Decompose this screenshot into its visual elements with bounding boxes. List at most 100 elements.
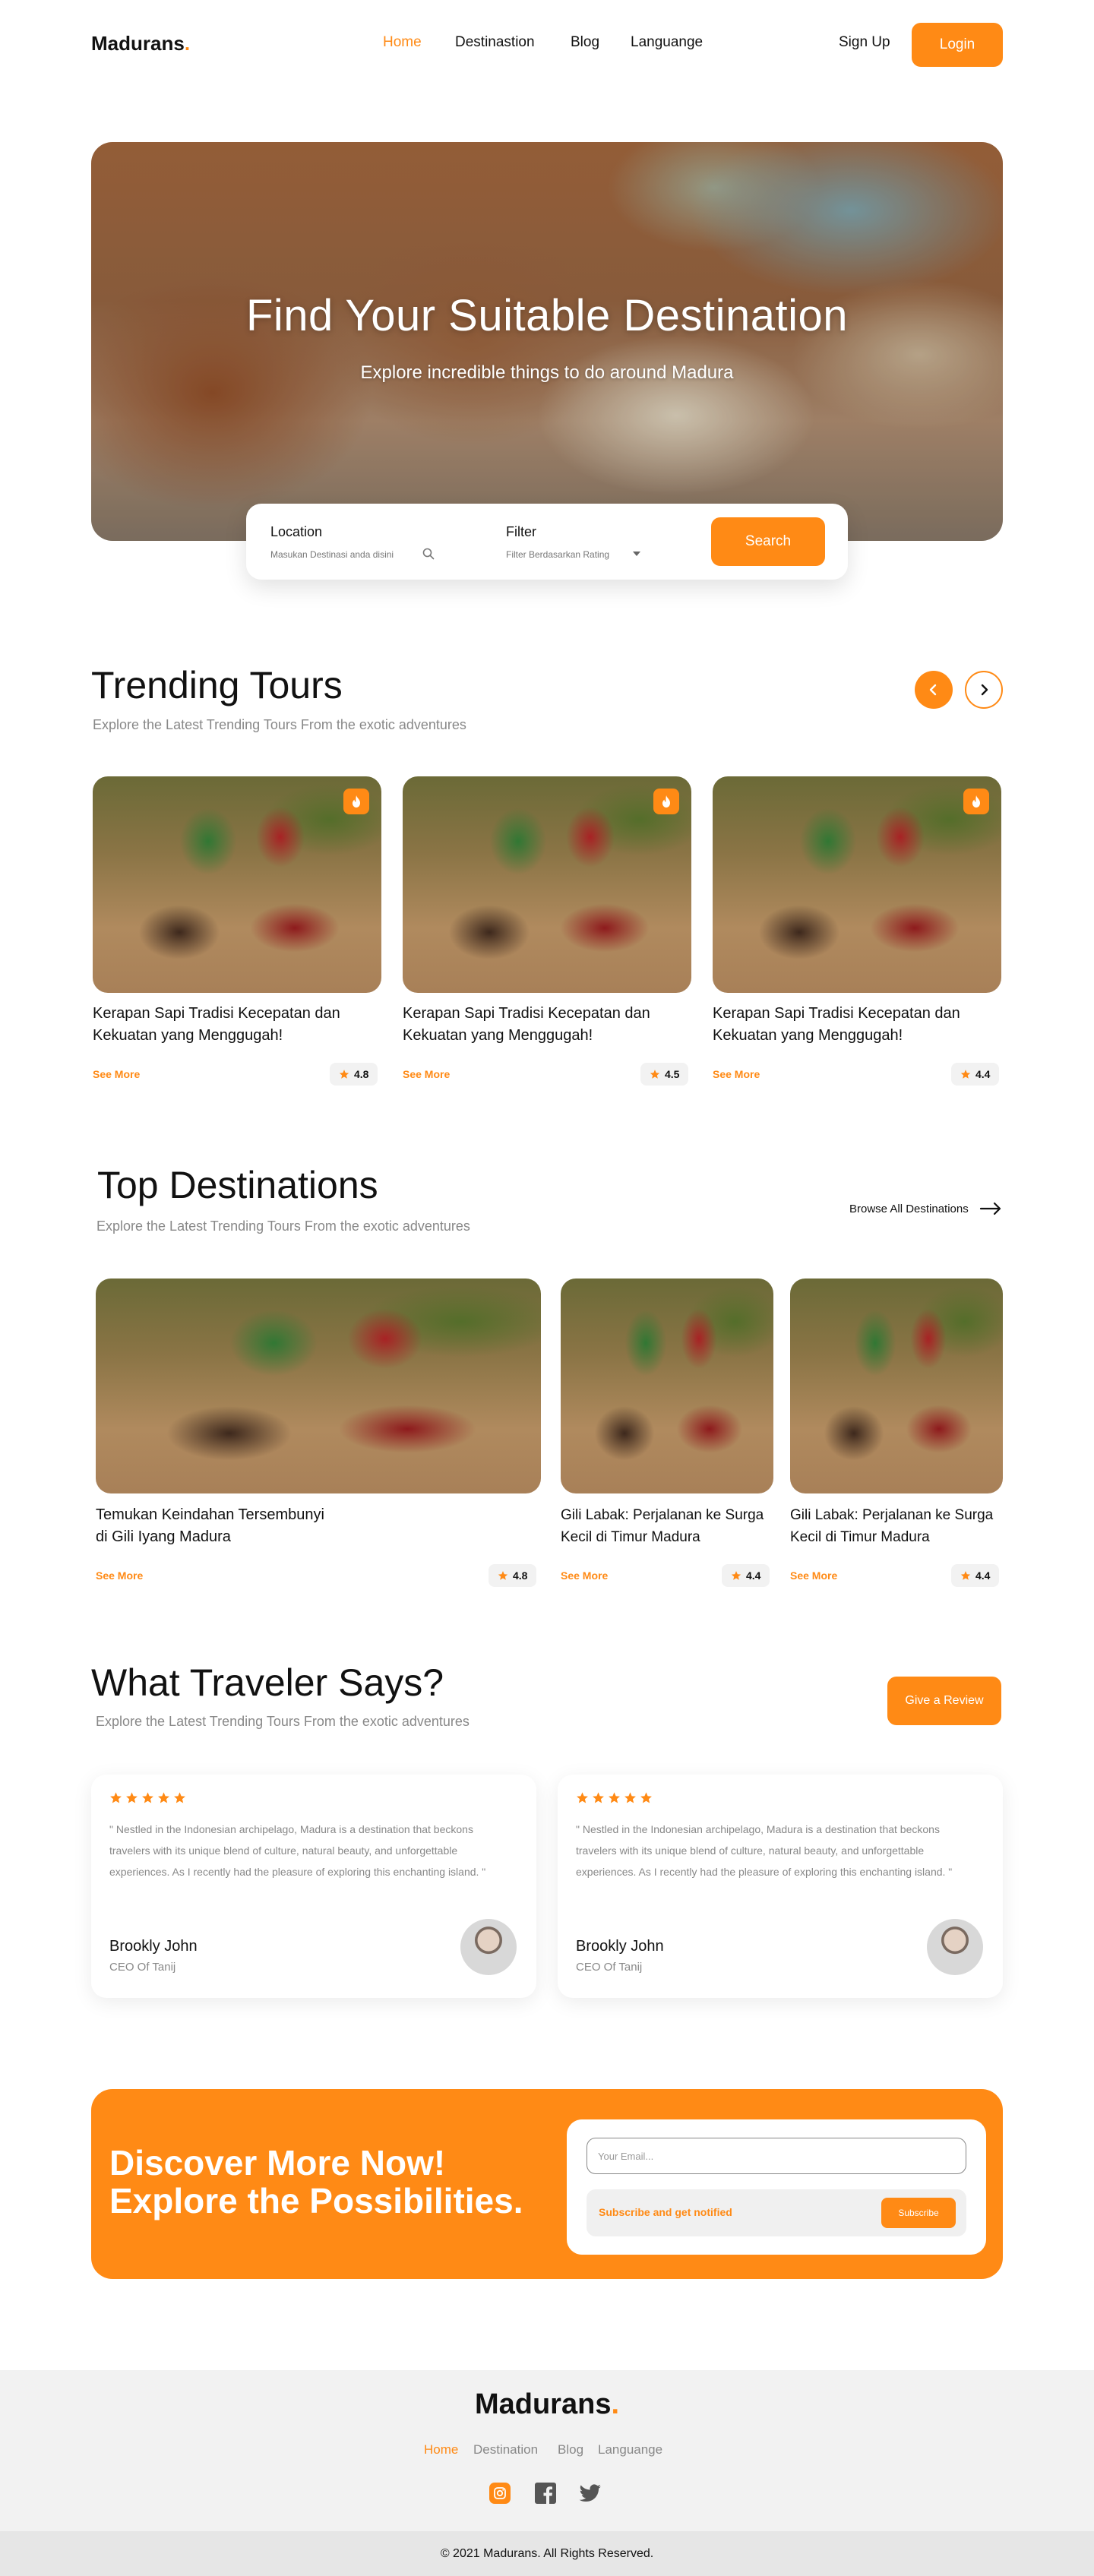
star-icon	[498, 1571, 508, 1580]
hero-subtitle: Explore incredible things to do around M…	[360, 362, 734, 383]
facebook-icon[interactable]	[535, 2483, 556, 2504]
top-destinations-title: Top Destinations	[97, 1164, 378, 1206]
nav-language[interactable]: Languange	[631, 34, 703, 51]
chevron-right-icon	[981, 684, 988, 696]
rating-badge: 4.4	[951, 1564, 1000, 1587]
subscribe-button[interactable]: Subscribe	[881, 2198, 956, 2228]
tour-card-image[interactable]	[403, 776, 691, 993]
browse-all-link[interactable]: Browse All Destinations	[849, 1202, 1002, 1215]
rating-value: 4.5	[665, 1068, 680, 1080]
rating-badge: 4.5	[640, 1063, 689, 1086]
cta-title: Discover More Now! Explore the Possibilit…	[109, 2143, 523, 2220]
carousel-next-button[interactable]	[965, 671, 1003, 709]
subscribe-card: Subscribe and get notified Subscribe	[567, 2119, 986, 2255]
give-review-button[interactable]: Give a Review	[887, 1677, 1001, 1725]
destination-card-image[interactable]	[790, 1279, 1003, 1493]
tour-card-image[interactable]	[713, 776, 1001, 993]
tour-card-title[interactable]: Kerapan Sapi Tradisi Kecepatan dan Kekuat…	[713, 1003, 1017, 1047]
subscribe-notify-text: Subscribe and get notified	[599, 2206, 732, 2218]
rating-badge: 4.8	[330, 1063, 378, 1086]
tour-card-image[interactable]	[93, 776, 381, 993]
star-rating	[109, 1791, 186, 1804]
see-more-link[interactable]: See More	[403, 1068, 450, 1080]
search-button[interactable]: Search	[711, 517, 825, 566]
avatar	[927, 1919, 983, 1975]
instagram-icon[interactable]	[489, 2483, 511, 2504]
star-icon	[650, 1070, 660, 1079]
hero-overlay	[91, 142, 1003, 541]
footer-link-home[interactable]: Home	[424, 2442, 458, 2457]
trending-subtitle: Explore the Latest Trending Tours From t…	[93, 717, 466, 732]
star-icon	[126, 1792, 138, 1803]
fire-icon	[653, 789, 679, 814]
star-icon	[960, 1571, 971, 1580]
reviewer-role: CEO Of Tanij	[576, 1961, 643, 1974]
newsletter-banner: Discover More Now! Explore the Possibilit…	[91, 2089, 1003, 2279]
see-more-link[interactable]: See More	[93, 1068, 140, 1080]
destination-card-title[interactable]: Temukan Keindahan Tersembunyi di Gili Iya…	[96, 1504, 476, 1548]
see-more-link[interactable]: See More	[713, 1068, 760, 1080]
chevron-down-icon[interactable]	[632, 550, 641, 558]
star-icon	[593, 1792, 604, 1803]
rating-value: 4.4	[975, 1068, 991, 1080]
rating-value: 4.8	[354, 1068, 369, 1080]
star-rating	[576, 1791, 653, 1804]
reviewer-role: CEO Of Tanij	[109, 1961, 176, 1974]
search-bar: Location Masukan Destinasi anda disini F…	[246, 504, 848, 580]
destination-card-image[interactable]	[96, 1279, 541, 1493]
rating-badge: 4.8	[489, 1564, 537, 1587]
star-icon	[960, 1070, 971, 1079]
trending-title: Trending Tours	[91, 664, 343, 706]
footer-logo[interactable]: Madurans.	[0, 2388, 1094, 2421]
rating-value: 4.4	[746, 1569, 761, 1582]
star-icon	[174, 1792, 185, 1803]
rating-badge: 4.4	[951, 1063, 1000, 1086]
nav-home[interactable]: Home	[383, 34, 422, 51]
destination-card-title[interactable]: Gili Labak: Perjalanan ke Surga Kecil di …	[561, 1504, 789, 1548]
see-more-link[interactable]: See More	[96, 1569, 143, 1582]
footer-brand-dot: .	[611, 2388, 620, 2420]
review-card: " Nestled in the Indonesian archipelago,…	[558, 1775, 1003, 1998]
location-label: Location	[270, 524, 323, 539]
reviewer-name: Brookly John	[576, 1938, 664, 1955]
star-icon	[731, 1571, 741, 1580]
search-icon[interactable]	[422, 548, 435, 560]
review-text: " Nestled in the Indonesian archipelago,…	[576, 1823, 953, 1878]
rating-value: 4.8	[513, 1569, 528, 1582]
hero-title: Find Your Suitable Destination	[245, 291, 849, 340]
top-destinations-subtitle: Explore the Latest Trending Tours From t…	[96, 1218, 470, 1234]
brand-logo[interactable]: Madurans.	[91, 32, 190, 55]
star-icon	[577, 1792, 588, 1803]
fire-icon	[963, 789, 989, 814]
subscribe-row: Subscribe and get notified Subscribe	[587, 2189, 966, 2236]
nav-destination[interactable]: Destinastion	[455, 34, 535, 51]
footer-link-language[interactable]: Languange	[598, 2442, 662, 2457]
footer-link-blog[interactable]: Blog	[558, 2442, 583, 2457]
star-icon	[339, 1070, 349, 1079]
tour-card-title[interactable]: Kerapan Sapi Tradisi Kecepatan dan Kekuat…	[93, 1003, 397, 1047]
star-icon	[624, 1792, 636, 1803]
destination-card-image[interactable]	[561, 1279, 773, 1493]
star-icon	[142, 1792, 153, 1803]
filter-select[interactable]: Filter Berdasarkan Rating	[506, 549, 609, 560]
tour-card-title[interactable]: Kerapan Sapi Tradisi Kecepatan dan Kekuat…	[403, 1003, 707, 1047]
signup-link[interactable]: Sign Up	[839, 34, 890, 51]
location-input[interactable]: Masukan Destinasi anda disini	[270, 549, 394, 560]
copyright-text: © 2021 Madurans. All Rights Reserved.	[440, 2546, 654, 2560]
copyright-bar: © 2021 Madurans. All Rights Reserved.	[0, 2531, 1094, 2576]
nav-blog[interactable]: Blog	[571, 34, 599, 51]
star-icon	[110, 1792, 122, 1803]
email-field[interactable]	[587, 2138, 966, 2174]
login-button[interactable]: Login	[912, 23, 1003, 67]
destination-card-title[interactable]: Gili Labak: Perjalanan ke Surga Kecil di …	[790, 1504, 1018, 1548]
see-more-link[interactable]: See More	[561, 1569, 608, 1582]
footer-link-destination[interactable]: Destination	[473, 2442, 538, 2457]
rating-value: 4.4	[975, 1569, 991, 1582]
see-more-link[interactable]: See More	[790, 1569, 837, 1582]
rating-badge: 4.4	[722, 1564, 770, 1587]
chevron-left-icon	[929, 684, 937, 696]
hero-banner: Find Your Suitable Destination Explore i…	[91, 142, 1003, 541]
twitter-icon[interactable]	[579, 2484, 602, 2504]
star-icon	[158, 1792, 169, 1803]
carousel-prev-button[interactable]	[915, 671, 953, 709]
